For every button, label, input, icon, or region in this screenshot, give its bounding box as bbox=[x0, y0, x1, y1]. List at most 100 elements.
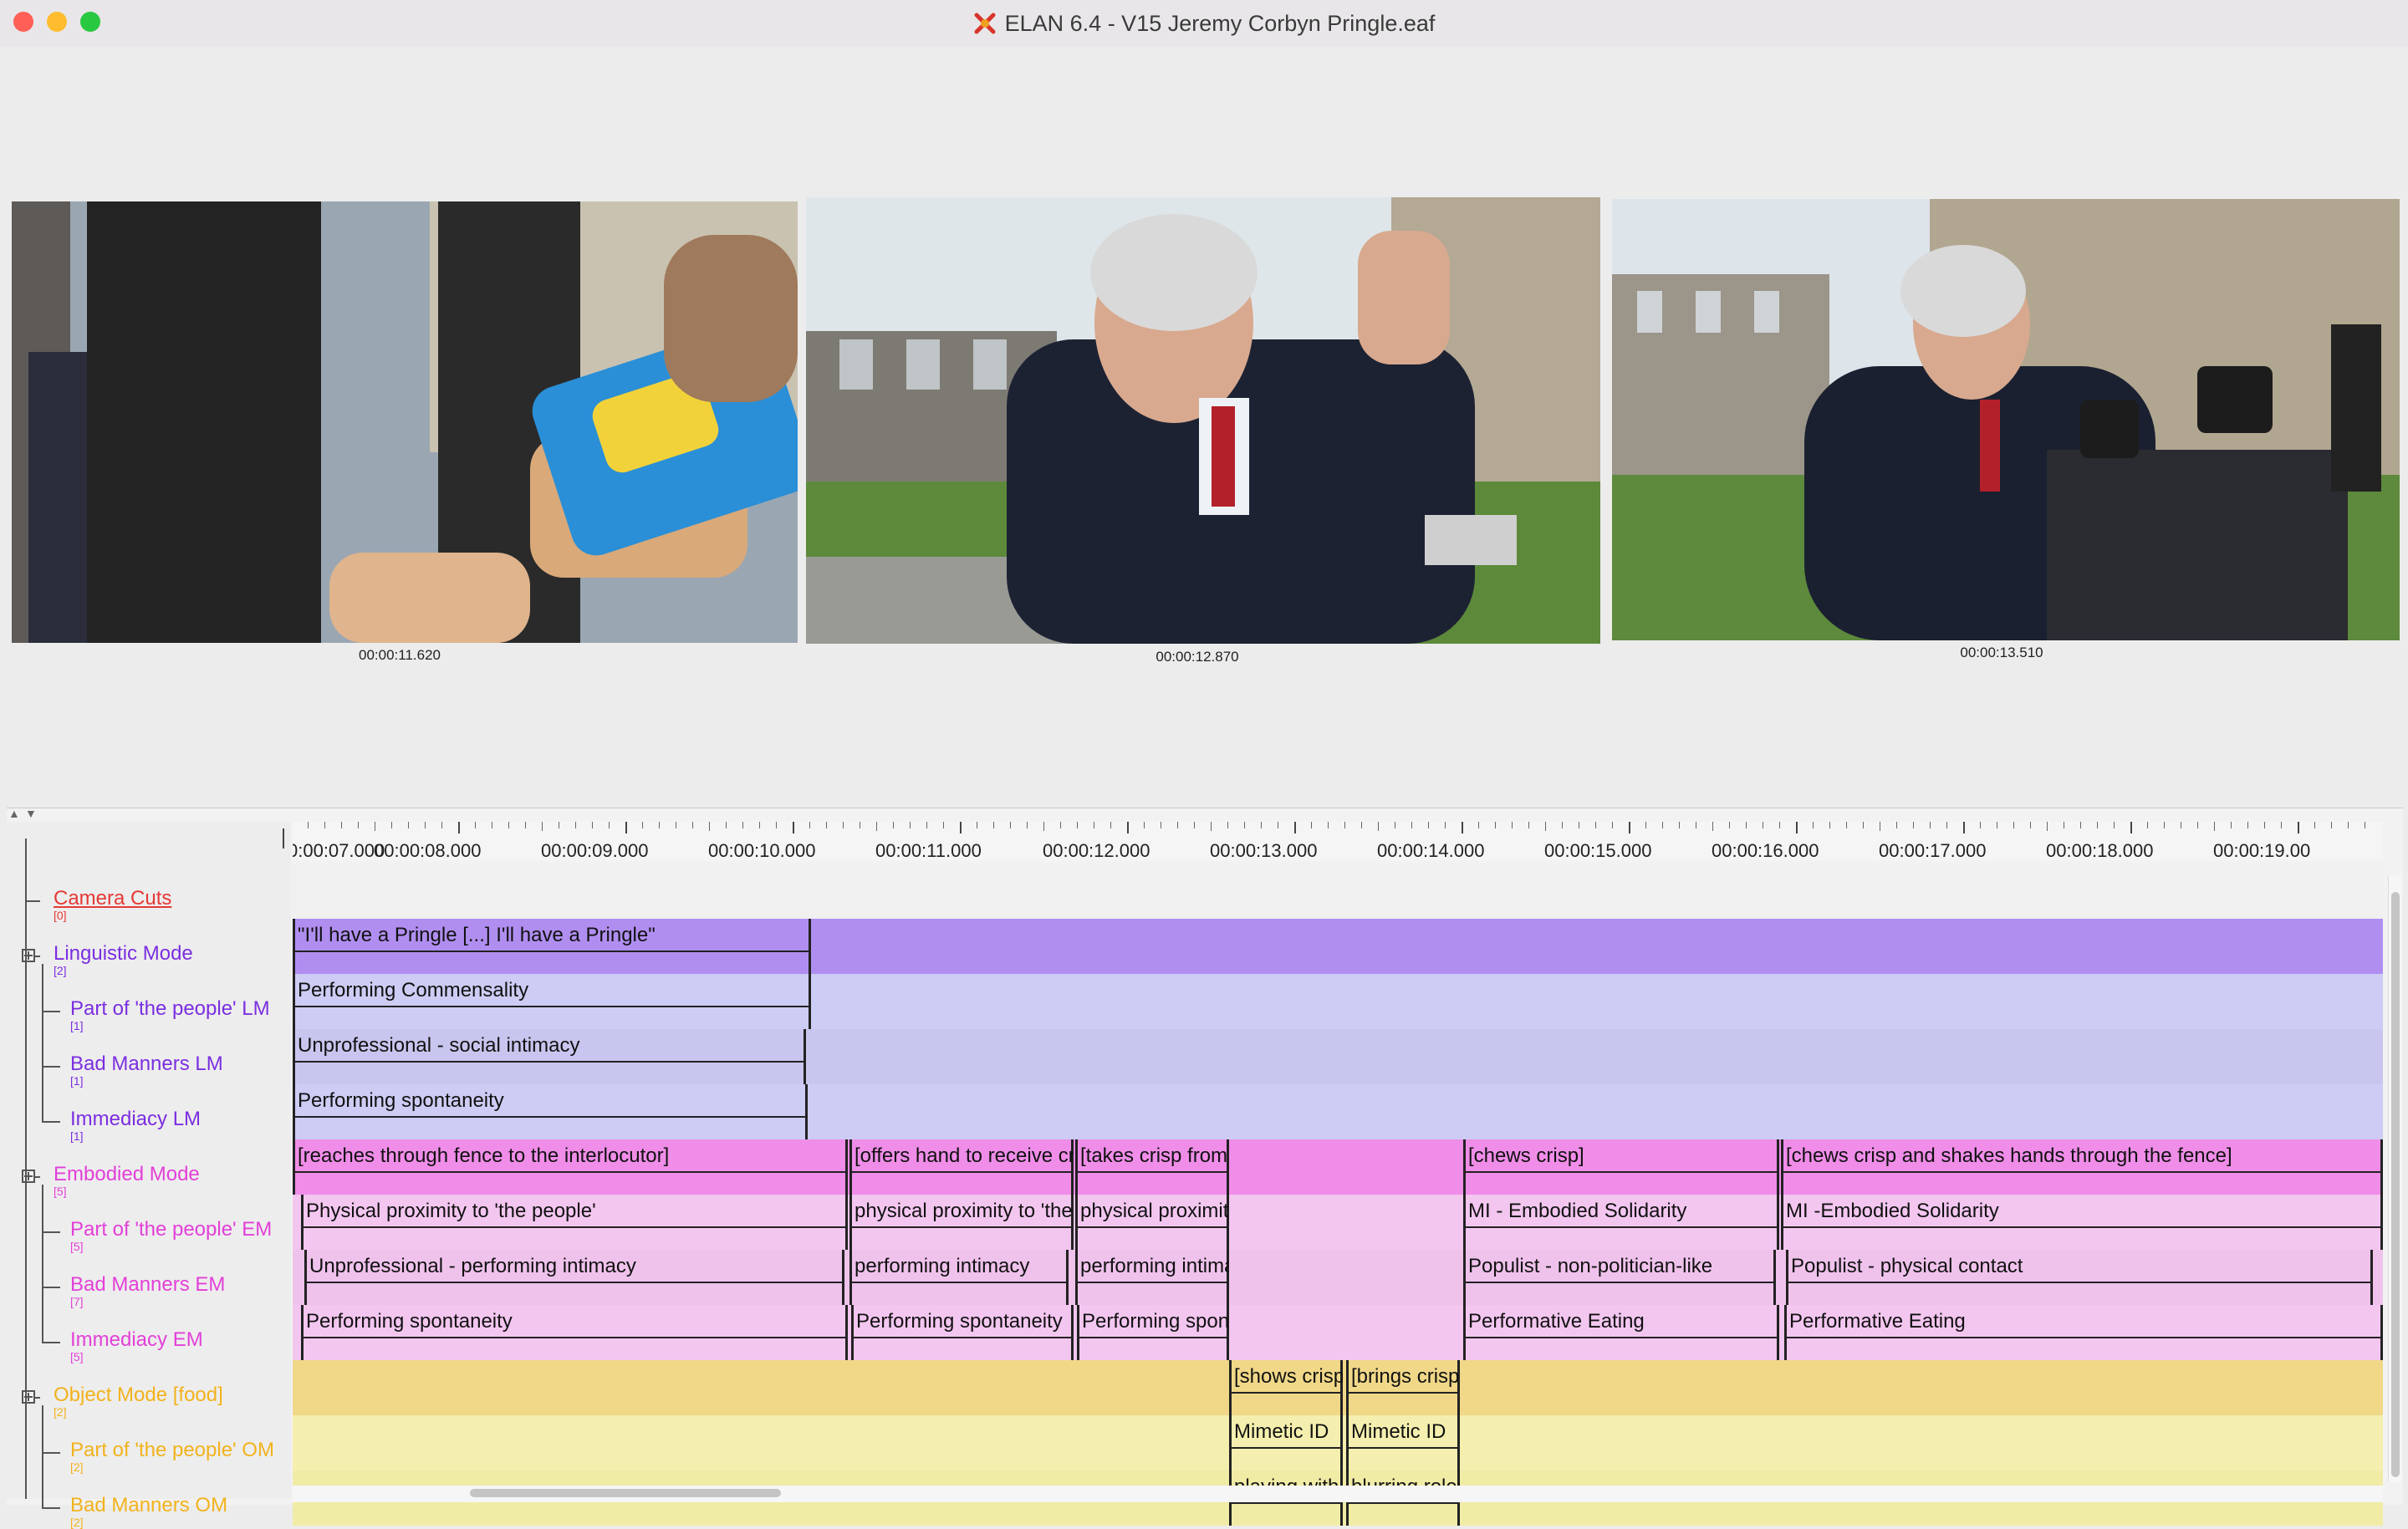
annotation[interactable]: performing intimacy bbox=[849, 1250, 1069, 1305]
annotation-start-boundary[interactable] bbox=[301, 1305, 304, 1360]
annotation-start-boundary[interactable] bbox=[1463, 1139, 1466, 1195]
annotation-end-boundary[interactable] bbox=[809, 919, 811, 974]
video-player-2[interactable] bbox=[806, 197, 1600, 644]
annotation-end-boundary[interactable] bbox=[842, 1250, 844, 1305]
annotation[interactable]: Mimetic ID bbox=[1229, 1415, 1343, 1470]
annotation[interactable]: Performing spontaneity bbox=[301, 1305, 848, 1360]
annotation[interactable]: [offers hand to receive crisp] bbox=[849, 1139, 1074, 1195]
tier-row-9[interactable]: [shows crisp] [brings crisp to mouth] bbox=[293, 1360, 2383, 1415]
annotation-end-boundary[interactable] bbox=[1340, 1415, 1343, 1470]
annotation-start-boundary[interactable] bbox=[293, 1029, 295, 1084]
video-player-1[interactable] bbox=[12, 201, 798, 643]
annotation[interactable]: Performing spontaneity bbox=[851, 1305, 1074, 1360]
annotation-start-boundary[interactable] bbox=[1229, 1360, 1232, 1415]
annotation[interactable]: physical proximity to 'the people' bbox=[849, 1195, 1074, 1250]
annotation-start-boundary[interactable] bbox=[304, 1250, 307, 1305]
horizontal-scrollbar[interactable] bbox=[293, 1486, 2383, 1502]
annotation[interactable]: Performing spontaneity bbox=[293, 1084, 808, 1139]
annotation-start-boundary[interactable] bbox=[1463, 1305, 1466, 1360]
tier-expander-icon[interactable] bbox=[22, 1170, 35, 1183]
annotation-end-boundary[interactable] bbox=[809, 974, 811, 1029]
annotation-end-boundary[interactable] bbox=[804, 1029, 806, 1084]
annotation-start-boundary[interactable] bbox=[301, 1195, 304, 1250]
tier-row-2[interactable]: Performing Commensality bbox=[293, 974, 2383, 1029]
annotation-start-boundary[interactable] bbox=[1463, 1250, 1466, 1305]
tier-row-6[interactable]: Physical proximity to 'the people' physic… bbox=[293, 1195, 2383, 1250]
tier-name-2[interactable]: Part of 'the people' LM bbox=[70, 997, 270, 1021]
annotation-end-boundary[interactable] bbox=[1066, 1250, 1069, 1305]
annotation-start-boundary[interactable] bbox=[293, 974, 295, 1029]
video-player-3[interactable] bbox=[1612, 199, 2400, 640]
tier-row-8[interactable]: Performing spontaneity Performing spontan… bbox=[293, 1305, 2383, 1360]
tier-expander-icon[interactable] bbox=[22, 1390, 35, 1404]
annotation-end-boundary[interactable] bbox=[1071, 1305, 1074, 1360]
annotation[interactable]: [brings crisp to mouth] bbox=[1346, 1360, 1460, 1415]
annotation-start-boundary[interactable] bbox=[293, 919, 295, 974]
annotation-end-boundary[interactable] bbox=[1777, 1305, 1779, 1360]
annotation-end-boundary[interactable] bbox=[845, 1195, 848, 1250]
tier-row-5[interactable]: [reaches through fence to the interlocut… bbox=[293, 1139, 2383, 1195]
tier-row-7[interactable]: Unprofessional - performing intimacy perf… bbox=[293, 1250, 2383, 1305]
annotation[interactable]: Mimetic ID bbox=[1346, 1415, 1460, 1470]
annotation-start-boundary[interactable] bbox=[849, 1250, 852, 1305]
annotation-end-boundary[interactable] bbox=[845, 1305, 848, 1360]
annotation-start-boundary[interactable] bbox=[1229, 1415, 1232, 1470]
annotation-start-boundary[interactable] bbox=[1781, 1195, 1783, 1250]
annotation-end-boundary[interactable] bbox=[2380, 1139, 2383, 1195]
annotation-end-boundary[interactable] bbox=[2380, 1195, 2383, 1250]
annotation[interactable]: Performing Commensality bbox=[293, 974, 811, 1029]
annotation-end-boundary[interactable] bbox=[2380, 1305, 2383, 1360]
tier-name-6[interactable]: Part of 'the people' EM bbox=[70, 1218, 272, 1241]
tier-name-5[interactable]: Embodied Mode bbox=[54, 1163, 200, 1186]
tier-name-8[interactable]: Immediacy EM bbox=[70, 1328, 203, 1352]
annotation[interactable]: [shows crisp] bbox=[1229, 1360, 1343, 1415]
annotation[interactable]: "I'll have a Pringle [...] I'll have a P… bbox=[293, 919, 811, 974]
annotation[interactable]: Unprofessional - social intimacy bbox=[293, 1029, 806, 1084]
annotation-start-boundary[interactable] bbox=[293, 1084, 295, 1139]
tier-row-4[interactable]: Performing spontaneity bbox=[293, 1084, 2383, 1139]
vertical-scrollbar[interactable] bbox=[2388, 875, 2401, 1482]
horizontal-scroll-thumb[interactable] bbox=[470, 1489, 781, 1497]
tier-row-0[interactable] bbox=[293, 864, 2383, 919]
annotation[interactable]: performing intimacy bbox=[1075, 1250, 1229, 1305]
annotation[interactable]: [reaches through fence to the interlocut… bbox=[293, 1139, 848, 1195]
annotation[interactable]: [chews crisp] bbox=[1463, 1139, 1779, 1195]
annotation[interactable]: Populist - physical contact bbox=[1786, 1250, 2373, 1305]
annotation-end-boundary[interactable] bbox=[845, 1139, 848, 1195]
tier-name-1[interactable]: Linguistic Mode bbox=[54, 942, 193, 966]
tier-row-3[interactable]: Unprofessional - social intimacy bbox=[293, 1029, 2383, 1084]
annotation-start-boundary[interactable] bbox=[1781, 1139, 1783, 1195]
annotation[interactable]: Performative Eating bbox=[1463, 1305, 1779, 1360]
annotation[interactable]: [takes crisp from tube] bbox=[1075, 1139, 1229, 1195]
vertical-scroll-thumb[interactable] bbox=[2391, 892, 2400, 1477]
tier-name-0[interactable]: Camera Cuts bbox=[54, 887, 171, 910]
annotation-start-boundary[interactable] bbox=[849, 1195, 852, 1250]
collapse-down-icon[interactable]: ▼ bbox=[25, 807, 37, 820]
annotation-start-boundary[interactable] bbox=[1075, 1250, 1078, 1305]
annotation-start-boundary[interactable] bbox=[849, 1139, 852, 1195]
annotation-end-boundary[interactable] bbox=[805, 1084, 808, 1139]
annotation[interactable]: Unprofessional - performing intimacy bbox=[304, 1250, 844, 1305]
annotation[interactable]: Physical proximity to 'the people' bbox=[301, 1195, 848, 1250]
annotation[interactable]: MI -Embodied Solidarity bbox=[1781, 1195, 2383, 1250]
tier-row-10[interactable]: Mimetic ID Mimetic ID bbox=[293, 1415, 2383, 1470]
annotation-end-boundary[interactable] bbox=[1777, 1195, 1779, 1250]
annotation-end-boundary[interactable] bbox=[1773, 1250, 1776, 1305]
tier-name-7[interactable]: Bad Manners EM bbox=[70, 1273, 225, 1297]
collapse-up-icon[interactable]: ▲ bbox=[8, 807, 20, 820]
annotation-start-boundary[interactable] bbox=[1463, 1195, 1466, 1250]
tier-name-4[interactable]: Immediacy LM bbox=[70, 1108, 201, 1131]
annotation-start-boundary[interactable] bbox=[1077, 1305, 1079, 1360]
annotation-end-boundary[interactable] bbox=[1777, 1139, 1779, 1195]
annotation[interactable]: [chews crisp and shakes hands through th… bbox=[1781, 1139, 2383, 1195]
tier-name-10[interactable]: Part of 'the people' OM bbox=[70, 1439, 274, 1462]
annotation[interactable]: Performing spontaneity bbox=[1077, 1305, 1229, 1360]
annotation-start-boundary[interactable] bbox=[1075, 1195, 1078, 1250]
time-ruler[interactable]: 0:00:07.000 00:00:08.000 00:00:09.000 00:00… bbox=[293, 822, 2383, 860]
annotation-start-boundary[interactable] bbox=[851, 1305, 854, 1360]
annotation[interactable]: MI - Embodied Solidarity bbox=[1463, 1195, 1779, 1250]
tier-row-1[interactable]: "I'll have a Pringle [...] I'll have a P… bbox=[293, 919, 2383, 974]
annotation-start-boundary[interactable] bbox=[1784, 1305, 1787, 1360]
annotation-end-boundary[interactable] bbox=[1457, 1415, 1460, 1470]
annotation-start-boundary[interactable] bbox=[1075, 1139, 1078, 1195]
